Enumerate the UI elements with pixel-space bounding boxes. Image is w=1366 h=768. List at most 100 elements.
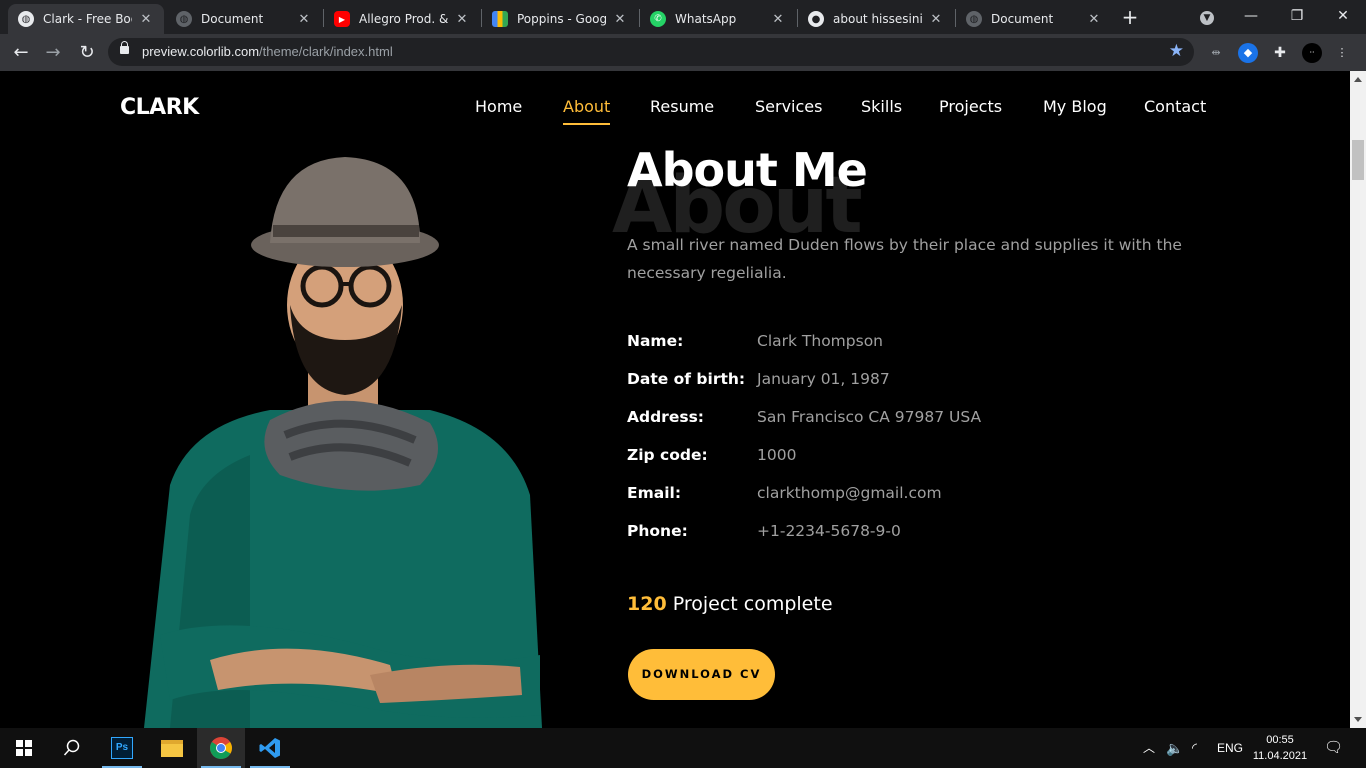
url-text: preview.colorlib.com/theme/clark/index.h… [142,44,393,59]
portrait-photo [144,157,542,728]
page-viewport: CLARK Home About Resume Services Skills … [0,71,1350,728]
tab-clark[interactable]: ◍ Clark - Free Bootst ✕ [8,4,164,34]
tab-title: Clark - Free Bootst [43,12,132,26]
project-counter: 120 Project complete [627,593,833,615]
tab-search-button[interactable]: ▼ [1184,0,1230,32]
tab-title: about hissesini yi [833,12,922,26]
info-label: Email: [627,484,682,502]
reload-button[interactable]: ↻ [74,40,100,66]
restore-button[interactable]: ❐ [1274,0,1320,32]
extension-icon[interactable]: ⇹ [1206,43,1226,63]
info-label: Name: [627,332,684,350]
youtube-icon: ▶ [334,11,350,27]
volume-icon[interactable]: 🔈 [1166,728,1183,768]
info-label: Address: [627,408,704,426]
extension-icon[interactable]: ◆ [1238,43,1258,63]
start-button[interactable] [0,728,48,768]
close-tab-icon[interactable]: ✕ [454,12,470,27]
tab-google-fonts[interactable]: Poppins - Google ✕ [482,4,638,34]
search-icon [63,739,80,756]
nav-contact[interactable]: Contact [1144,97,1206,116]
close-tab-icon[interactable]: ✕ [296,12,312,27]
download-cv-button[interactable]: DOWNLOAD CV [628,649,775,700]
info-value[interactable]: clarkthomp@gmail.com [757,484,942,502]
site-logo[interactable]: CLARK [120,95,199,120]
google-fonts-icon [492,11,508,27]
bookmark-star-icon[interactable]: ★ [1169,41,1184,61]
scroll-up-arrow-icon[interactable] [1354,77,1362,82]
close-tab-icon[interactable]: ✕ [1086,12,1102,27]
profile-avatar[interactable]: ·· [1302,43,1322,63]
info-value: January 01, 1987 [757,370,890,388]
nav-resume[interactable]: Resume [650,97,714,116]
nav-skills[interactable]: Skills [861,97,902,116]
close-tab-icon[interactable]: ✕ [928,12,944,27]
puzzle-icon[interactable]: ✚ [1270,43,1290,63]
tab-title: Document [991,12,1054,26]
taskbar-file-explorer[interactable] [148,728,196,768]
taskbar-photoshop[interactable]: Ps [98,728,146,768]
new-tab-button[interactable]: + [1118,6,1142,30]
address-bar[interactable]: preview.colorlib.com/theme/clark/index.h… [108,38,1194,66]
back-button[interactable]: ← [8,40,34,66]
arrow-right-icon: → [45,42,61,63]
info-value: 1000 [757,446,797,464]
chevron-up-icon: ︿ [1143,741,1156,755]
chrome-icon [210,737,232,759]
taskbar-chrome[interactable] [197,728,245,768]
clock-time: 00:55 [1266,734,1294,746]
nav-home[interactable]: Home [475,97,522,116]
page-scrollbar[interactable] [1350,71,1366,728]
scroll-down-arrow-icon[interactable] [1354,717,1362,722]
taskbar-vscode[interactable] [246,728,294,768]
close-tab-icon[interactable]: ✕ [612,12,628,27]
close-tab-icon[interactable]: ✕ [770,12,786,27]
info-label: Zip code: [627,446,708,464]
counter-label: Project complete [666,593,833,615]
tab-allegro[interactable]: ▶ Allegro Prod. & B ✕ [324,4,480,34]
nav-services[interactable]: Services [755,97,822,116]
globe-icon: ◍ [176,11,192,27]
tab-title: Document [201,12,264,26]
photoshop-icon: Ps [111,737,133,759]
lock-icon [120,41,129,54]
browser-toolbar: ← → ↻ preview.colorlib.com/theme/clark/i… [0,34,1366,71]
whatsapp-icon: ✆ [650,11,666,27]
chevron-down-icon: ▼ [1200,11,1214,25]
kebab-menu-icon[interactable]: ⋮ [1332,43,1352,63]
show-hidden-icons-button[interactable]: ︿ [1143,728,1155,768]
nav-my-blog[interactable]: My Blog [1043,97,1107,116]
globe-icon: ◍ [18,11,34,27]
info-label: Date of birth: [627,370,746,388]
folder-icon [161,739,183,757]
network-icon[interactable]: ◜ [1192,728,1197,768]
windows-taskbar: Ps ︿ 🔈 ◜ ENG 00:55 11.04.2021 🗨 [0,728,1366,768]
language-indicator[interactable]: ENG [1217,728,1243,768]
nav-about[interactable]: About [563,97,611,125]
counter-number: 120 [627,593,667,615]
close-tab-icon[interactable]: ✕ [138,12,154,27]
intro-text: A small river named Duden flows by their… [627,236,1182,282]
vscode-icon [259,738,280,758]
windows-logo-icon [16,740,32,756]
reload-icon: ↻ [79,42,95,63]
info-value: San Francisco CA 97987 USA [757,408,982,426]
page-title: About Me [627,143,868,197]
tab-document-2[interactable]: ◍ Document ✕ [956,4,1112,34]
tab-title: WhatsApp [675,12,737,26]
system-clock[interactable]: 00:55 11.04.2021 [1248,732,1312,764]
close-window-button[interactable]: ✕ [1320,0,1366,32]
notifications-icon[interactable]: 🗨 [1324,728,1343,768]
search-button[interactable] [48,728,96,768]
info-value: Clark Thompson [757,332,883,350]
info-value[interactable]: +1-2234-5678-9-0 [757,522,901,540]
minimize-button[interactable]: — [1228,0,1274,32]
tab-github[interactable]: ● about hissesini yi ✕ [798,4,954,34]
forward-button[interactable]: → [40,40,66,66]
tab-document-1[interactable]: ◍ Document ✕ [166,4,322,34]
tab-whatsapp[interactable]: ✆ WhatsApp ✕ [640,4,796,34]
scrollbar-thumb[interactable] [1352,140,1364,180]
browser-tab-strip: ◍ Clark - Free Bootst ✕ ◍ Document ✕ ▶ A… [0,0,1366,34]
nav-projects[interactable]: Projects [939,97,1002,116]
info-label: Phone: [627,522,688,540]
